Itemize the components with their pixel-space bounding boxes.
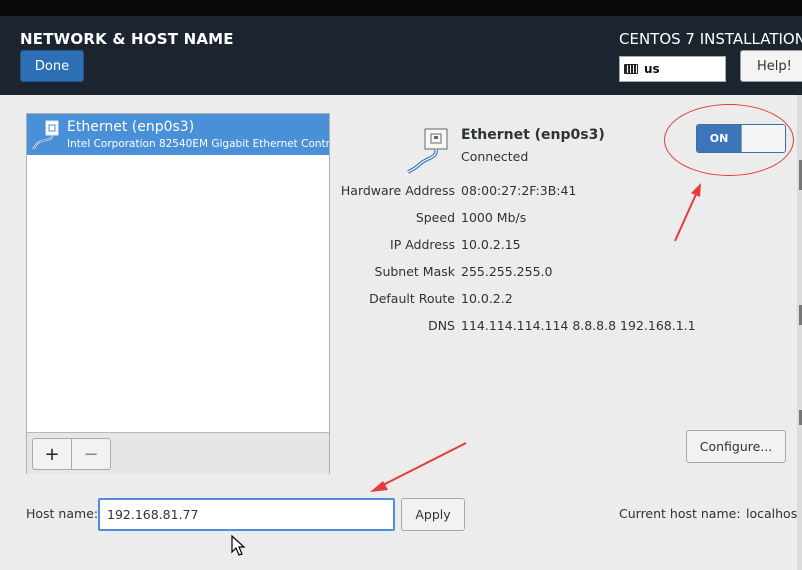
page-title: NETWORK & HOST NAME — [20, 30, 234, 48]
device-status: Connected — [461, 149, 529, 164]
device-list-toolbar: + − — [27, 432, 329, 474]
current-host-name-label: Current host name: — [619, 506, 741, 521]
device-list-item[interactable]: Ethernet (enp0s3) Intel Corporation 8254… — [27, 114, 329, 155]
remove-device-button[interactable]: − — [71, 438, 111, 470]
dns-label: DNS — [428, 318, 455, 333]
annotation-circle — [664, 104, 794, 176]
device-list: Ethernet (enp0s3) Intel Corporation 8254… — [26, 113, 330, 474]
host-name-input[interactable] — [98, 498, 395, 531]
configure-button[interactable]: Configure... — [686, 430, 786, 463]
apply-button[interactable]: Apply — [401, 498, 465, 531]
device-name: Ethernet (enp0s3) — [461, 127, 605, 143]
header-bar: NETWORK & HOST NAME Done CENTOS 7 INSTAL… — [0, 16, 802, 95]
mouse-cursor-icon — [231, 535, 246, 556]
annotation-arrow-hostname — [370, 442, 467, 492]
default-route-label: Default Route — [369, 291, 455, 306]
hardware-address-label: Hardware Address — [340, 183, 455, 198]
product-title: CENTOS 7 INSTALLATION — [619, 30, 802, 48]
top-strip — [0, 0, 802, 16]
keyboard-layout-label: us — [644, 62, 660, 76]
hardware-address-value: 08:00:27:2F:3B:41 — [461, 183, 577, 198]
done-button[interactable]: Done — [20, 50, 84, 82]
help-button[interactable]: Help! — [740, 50, 802, 82]
subnet-mask-value: 255.255.255.0 — [461, 264, 553, 279]
keyboard-layout-indicator[interactable]: us — [619, 56, 726, 82]
dns-value: 114.114.114.114 8.8.8.8 192.168.1.1 — [461, 318, 696, 333]
device-list-item-description: Intel Corporation 82540EM Gigabit Ethern… — [67, 138, 329, 150]
default-route-value: 10.0.2.2 — [461, 291, 513, 306]
speed-label: Speed — [415, 210, 455, 225]
current-host-name-value: localhost — [746, 506, 802, 521]
ethernet-cable-icon — [407, 128, 448, 174]
ip-address-value: 10.0.2.15 — [461, 237, 521, 252]
keyboard-icon — [624, 64, 638, 74]
add-device-button[interactable]: + — [32, 438, 72, 470]
device-list-item-name: Ethernet (enp0s3) — [67, 119, 195, 135]
host-name-label: Host name: — [26, 506, 99, 521]
ip-address-label: IP Address — [390, 237, 455, 252]
annotation-arrow-toggle — [674, 183, 701, 242]
speed-value: 1000 Mb/s — [461, 210, 527, 225]
ethernet-cable-icon — [32, 120, 59, 150]
subnet-mask-label: Subnet Mask — [374, 264, 455, 279]
